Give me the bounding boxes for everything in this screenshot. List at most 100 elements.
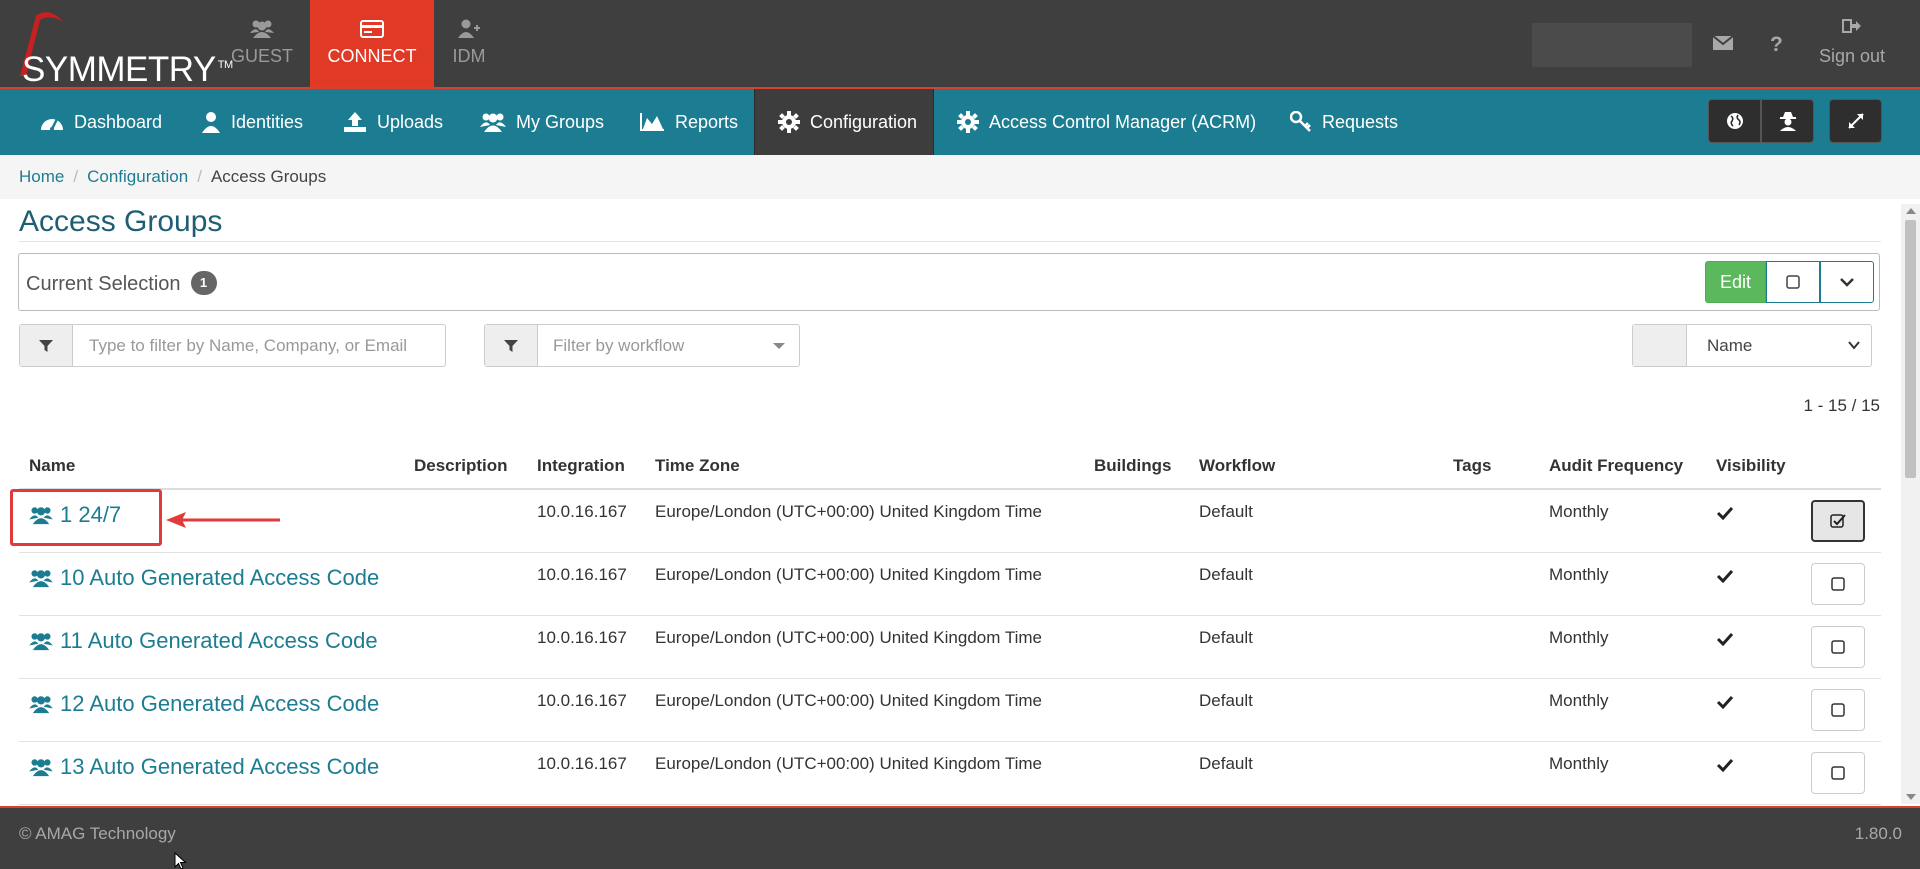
sign-out-button[interactable]: Sign out — [1812, 18, 1892, 67]
scroll-down-icon[interactable] — [1906, 794, 1916, 800]
group-name-link[interactable]: 11 Auto Generated Access Code — [29, 628, 378, 654]
square-icon — [1831, 766, 1845, 780]
breadcrumb-separator: / — [73, 167, 79, 186]
check-icon — [1716, 758, 1734, 772]
expand-icon — [1847, 113, 1864, 129]
user-plus-icon — [458, 19, 480, 38]
top-search-box[interactable] — [1532, 23, 1692, 67]
user-icon — [202, 112, 220, 133]
filter-addon — [20, 325, 73, 366]
col-header-description[interactable]: Description — [414, 456, 508, 476]
main-nav: Dashboard Identities Uploads My Groups R… — [0, 89, 1920, 155]
fullscreen-button[interactable] — [1829, 99, 1882, 143]
row-select-checkbox[interactable] — [1811, 752, 1865, 794]
breadcrumb-home[interactable]: Home — [19, 167, 64, 187]
selection-menu-button[interactable] — [1820, 261, 1874, 303]
title-divider — [19, 241, 1881, 242]
name-filter-input[interactable]: Type to filter by Name, Company, or Emai… — [89, 336, 407, 356]
current-selection-label: Current Selection 1 — [26, 271, 217, 296]
nav-reports-label: Reports — [675, 111, 739, 132]
check-square-icon — [1830, 514, 1846, 528]
row-select-checkbox[interactable] — [1811, 563, 1865, 605]
cell-audit-frequency: Monthly — [1549, 502, 1609, 521]
nav-requests[interactable]: Requests — [1290, 89, 1398, 155]
col-header-audit-frequency[interactable]: Audit Frequency — [1549, 456, 1683, 476]
gear-icon — [957, 111, 979, 133]
check-icon — [1716, 695, 1734, 709]
app-tab-idm[interactable]: IDM — [407, 0, 531, 87]
group-name-link[interactable]: 12 Auto Generated Access Code — [29, 691, 379, 717]
name-filter-field[interactable]: Type to filter by Name, Company, or Emai… — [19, 324, 446, 367]
nav-identities[interactable]: Identities — [201, 89, 303, 155]
scroll-up-icon[interactable] — [1906, 208, 1916, 214]
select-all-button[interactable] — [1766, 261, 1820, 303]
page-scrollbar[interactable] — [1901, 204, 1920, 804]
app-tab-guest[interactable]: GUEST — [200, 0, 324, 87]
cell-workflow: Default — [1199, 754, 1253, 773]
globe-button[interactable] — [1708, 99, 1761, 143]
nav-my-groups[interactable]: My Groups — [480, 89, 604, 155]
question-icon[interactable]: ? — [1764, 32, 1788, 54]
app-tab-idm-label: IDM — [452, 46, 486, 66]
breadcrumb-configuration[interactable]: Configuration — [87, 167, 188, 187]
col-header-name[interactable]: Name — [29, 456, 75, 476]
nav-my-groups-label: My Groups — [516, 111, 605, 132]
cell-workflow: Default — [1199, 565, 1253, 584]
col-header-workflow[interactable]: Workflow — [1199, 456, 1275, 476]
col-header-tags[interactable]: Tags — [1453, 456, 1491, 476]
nav-dashboard[interactable]: Dashboard — [40, 89, 162, 155]
square-icon — [1786, 275, 1800, 289]
col-header-buildings[interactable]: Buildings — [1094, 456, 1171, 476]
row-select-checkbox[interactable] — [1811, 500, 1865, 542]
cell-workflow: Default — [1199, 691, 1253, 710]
workflow-filter-select[interactable]: Filter by workflow — [484, 324, 800, 367]
col-header-integration[interactable]: Integration — [537, 456, 625, 476]
sort-value: Name — [1707, 336, 1753, 355]
selection-count-badge: 1 — [190, 271, 217, 295]
square-icon — [1831, 703, 1845, 717]
id-card-icon — [360, 20, 384, 38]
group-name-link[interactable]: 13 Auto Generated Access Code — [29, 754, 379, 780]
users-icon — [29, 696, 53, 714]
table-row[interactable]: 1 24/7 10.0.16.167 Europe/London (UTC+00… — [19, 490, 1881, 553]
users-icon — [29, 633, 53, 651]
cell-workflow: Default — [1199, 628, 1253, 647]
symmetry-logo[interactable]: SYMMETRY TM — [6, 6, 233, 89]
edit-button[interactable]: Edit — [1705, 261, 1766, 303]
col-header-visibility[interactable]: Visibility — [1716, 456, 1786, 476]
chevron-down-icon — [1840, 278, 1854, 287]
user-secret-button[interactable] — [1761, 99, 1814, 143]
key-icon — [1290, 111, 1311, 132]
scrollbar-thumb[interactable] — [1905, 220, 1916, 478]
nav-dashboard-label: Dashboard — [74, 111, 163, 132]
nav-uploads[interactable]: Uploads — [343, 89, 443, 155]
group-name-text: 11 Auto Generated Access Code — [60, 628, 378, 653]
table-row[interactable]: 12 Auto Generated Access Code 10.0.16.16… — [19, 679, 1881, 742]
nav-configuration[interactable]: Configuration — [754, 89, 934, 155]
upload-icon — [344, 112, 366, 132]
col-header-timezone[interactable]: Time Zone — [655, 456, 740, 476]
footer-copyright: © AMAG Technology — [19, 824, 176, 843]
top-bar: SYMMETRY TM GUEST CONNECT IDM ? Sign out — [0, 0, 1920, 89]
table-row[interactable]: 10 Auto Generated Access Code 10.0.16.16… — [19, 553, 1881, 616]
check-icon — [1716, 632, 1734, 646]
sign-out-label: Sign out — [1818, 46, 1886, 66]
chevron-down-icon — [1848, 341, 1860, 350]
table-row[interactable]: 13 Auto Generated Access Code 10.0.16.16… — [19, 742, 1881, 805]
gear-icon — [778, 111, 800, 133]
caret-down-icon — [773, 343, 785, 349]
row-select-checkbox[interactable] — [1811, 689, 1865, 731]
breadcrumb-current: Access Groups — [210, 167, 327, 186]
nav-acrm[interactable]: Access Control Manager (ACRM) — [957, 89, 1256, 155]
group-name-link[interactable]: 10 Auto Generated Access Code — [29, 565, 379, 591]
table-row[interactable]: 11 Auto Generated Access Code 10.0.16.16… — [19, 616, 1881, 679]
svg-text:?: ? — [1770, 33, 1783, 54]
envelope-icon[interactable] — [1711, 32, 1735, 54]
sort-select[interactable]: Name — [1632, 324, 1872, 367]
row-select-checkbox[interactable] — [1811, 626, 1865, 668]
cell-audit-frequency: Monthly — [1549, 691, 1609, 710]
nav-reports[interactable]: Reports — [639, 89, 738, 155]
pagination-info: 1 - 15 / 15 — [1803, 396, 1880, 415]
footer: © AMAG Technology 1.80.0 — [0, 806, 1920, 869]
footer-version: 1.80.0 — [1854, 824, 1902, 843]
